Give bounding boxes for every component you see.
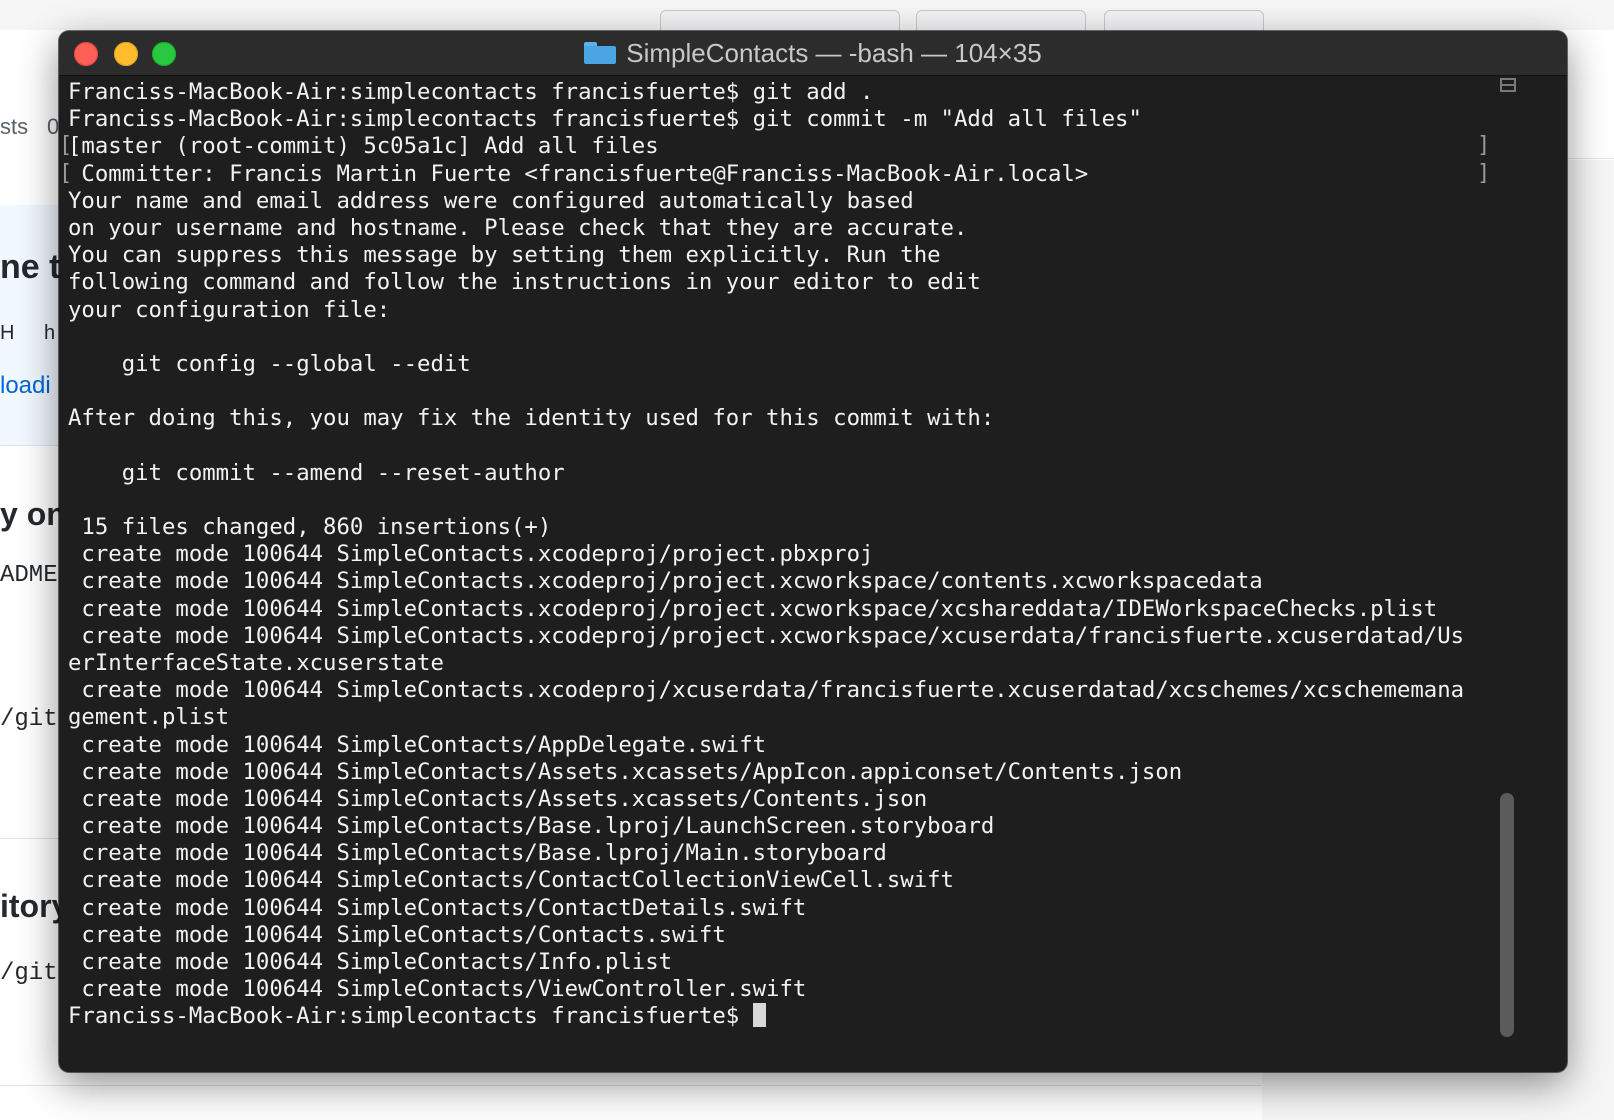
window-title-text: SimpleContacts — -bash — 104×35 bbox=[626, 37, 1042, 68]
split-pane-icon[interactable] bbox=[1500, 78, 1516, 92]
window-title: SimpleContacts — -bash — 104×35 bbox=[59, 31, 1567, 75]
terminal-line: create mode 100644 SimpleContacts/Contac… bbox=[68, 921, 726, 948]
terminal-line: erInterfaceState.xcuserstate bbox=[68, 649, 444, 676]
terminal-line: create mode 100644 SimpleContacts/ViewCo… bbox=[68, 976, 807, 1003]
terminal-line: After doing this, you may fix the identi… bbox=[68, 405, 995, 432]
terminal-line: Committer: Francis Martin Fuerte <franci… bbox=[68, 160, 1089, 187]
terminal-line: create mode 100644 SimpleContacts.xcodep… bbox=[68, 568, 1263, 595]
terminal-line: create mode 100644 SimpleContacts/Base.l… bbox=[68, 813, 995, 840]
terminal-line: create mode 100644 SimpleContacts/Info.p… bbox=[68, 949, 673, 975]
background-text: sts bbox=[0, 114, 29, 139]
terminal-output[interactable]: Franciss-MacBook-Air:simplecontacts fran… bbox=[68, 79, 1488, 1031]
terminal-prompt-line[interactable]: Franciss-MacBook-Air:simplecontacts fran… bbox=[68, 1003, 1488, 1030]
scrollbar-thumb[interactable] bbox=[1500, 793, 1514, 1037]
background-divider bbox=[0, 838, 60, 839]
text-cursor bbox=[752, 1003, 766, 1028]
terminal-line: your configuration file: bbox=[68, 296, 391, 323]
terminal-line: You can suppress this message by setting… bbox=[68, 242, 941, 269]
terminal-line: create mode 100644 SimpleContacts.xcodep… bbox=[68, 595, 1438, 622]
mark-bracket-icon: ] bbox=[1477, 133, 1491, 158]
terminal-line: Franciss-MacBook-Air:simplecontacts fran… bbox=[68, 79, 874, 105]
background-code: /git bbox=[0, 960, 58, 987]
terminal-line: create mode 100644 SimpleContacts/Assets… bbox=[68, 785, 928, 812]
terminal-line: create mode 100644 SimpleContacts/Contac… bbox=[68, 867, 954, 894]
background-text: 0 bbox=[47, 114, 60, 139]
terminal-line: [master (root-commit) 5c05a1c] Add all f… bbox=[68, 133, 659, 160]
mark-bracket-icon: ] bbox=[1477, 161, 1491, 186]
folder-icon bbox=[584, 42, 617, 64]
window-titlebar[interactable]: SimpleContacts — -bash — 104×35 bbox=[59, 31, 1567, 76]
background-divider bbox=[0, 1085, 1262, 1086]
background-text: h bbox=[44, 322, 56, 344]
background-text: ADME bbox=[0, 562, 58, 589]
terminal-line: create mode 100644 SimpleContacts.xcodep… bbox=[68, 677, 1465, 704]
terminal-line: create mode 100644 SimpleContacts.xcodep… bbox=[68, 622, 1465, 649]
background-heading: y on bbox=[0, 496, 66, 532]
terminal-line: create mode 100644 SimpleContacts/Assets… bbox=[68, 758, 1183, 785]
terminal-line: on your username and hostname. Please ch… bbox=[68, 214, 968, 241]
mark-bracket-icon: [ bbox=[59, 133, 73, 158]
terminal-line: create mode 100644 SimpleContacts/AppDel… bbox=[68, 731, 767, 758]
background-text: H bbox=[0, 322, 15, 344]
terminal-line: following command and follow the instruc… bbox=[68, 269, 981, 296]
terminal-window[interactable]: SimpleContacts — -bash — 104×35 Franciss… bbox=[59, 31, 1567, 1072]
terminal-line: Franciss-MacBook-Air:simplecontacts fran… bbox=[68, 106, 1142, 133]
prompt-text: Franciss-MacBook-Air:simplecontacts fran… bbox=[68, 1003, 753, 1030]
terminal-line: create mode 100644 SimpleContacts/Contac… bbox=[68, 894, 807, 921]
mark-bracket-icon: [ bbox=[59, 161, 73, 186]
terminal-line: create mode 100644 SimpleContacts.xcodep… bbox=[68, 541, 874, 568]
terminal-line: 15 files changed, 860 insertions(+) bbox=[68, 514, 552, 540]
background-divider bbox=[0, 445, 60, 446]
background-link[interactable]: loadi bbox=[0, 372, 51, 400]
terminal-line: Your name and email address were configu… bbox=[68, 187, 914, 214]
terminal-line: git config --global --edit bbox=[68, 350, 471, 377]
terminal-line: create mode 100644 SimpleContacts/Base.l… bbox=[68, 840, 887, 867]
terminal-line: git commit --amend --reset-author bbox=[68, 459, 565, 486]
terminal-line: gement.plist bbox=[68, 704, 230, 731]
background-code: /git bbox=[0, 706, 58, 733]
